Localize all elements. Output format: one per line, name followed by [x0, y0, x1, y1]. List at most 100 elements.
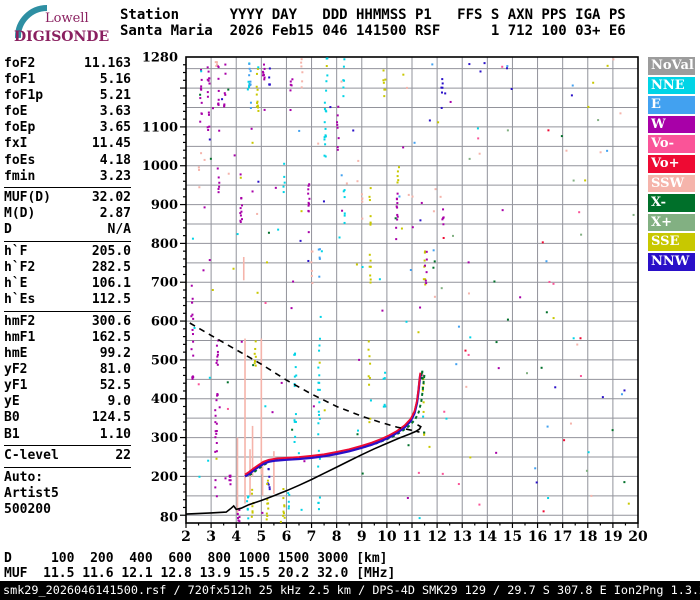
echo-dot: [246, 508, 249, 511]
echo-dot: [251, 505, 254, 508]
echo-dot: [256, 212, 259, 215]
echo-dot: [236, 516, 239, 519]
echo-dot: [534, 467, 537, 470]
echo-dot: [340, 174, 343, 177]
echo-dot: [433, 295, 436, 298]
echo-dot: [318, 457, 321, 460]
echo-dot: [216, 355, 219, 358]
echo-dot: [218, 406, 221, 409]
echo-dot: [215, 361, 218, 364]
echo-dot: [355, 263, 358, 266]
legend-item-vo+: Vo+: [648, 154, 695, 173]
echo-dot: [326, 57, 329, 60]
echo-dot: [525, 372, 528, 375]
echo-dot: [369, 215, 372, 218]
echo-dot: [202, 269, 205, 272]
y-axis-label: 400: [151, 392, 178, 407]
echo-dot: [251, 488, 254, 491]
echo-dot: [422, 401, 425, 404]
echo-dot: [445, 417, 448, 420]
echo-dot: [358, 358, 361, 361]
echo-dot: [265, 261, 268, 264]
spread-echo-streak: [273, 451, 275, 494]
echo-dot: [318, 337, 321, 340]
echo-dot: [239, 219, 242, 222]
echo-dot: [545, 260, 548, 263]
echo-dot: [396, 213, 399, 216]
echo-dot: [300, 210, 303, 213]
echo-dot: [501, 65, 504, 68]
echo-dot: [322, 200, 325, 203]
echo-dot: [287, 492, 290, 495]
echo-dot: [192, 317, 195, 320]
echo-dot: [190, 284, 193, 287]
echo-dot: [326, 74, 329, 77]
echo-dot: [336, 114, 339, 117]
echo-dot: [215, 64, 218, 67]
echo-dot: [323, 138, 326, 141]
echo-dot: [493, 280, 496, 283]
echo-dot: [343, 221, 346, 224]
echo-dot: [239, 214, 242, 217]
echo-dot: [289, 89, 292, 92]
echo-dot: [382, 69, 385, 72]
echo-dot: [442, 223, 445, 226]
echo-dot: [215, 61, 218, 64]
echo-dot: [501, 209, 504, 212]
legend-item-x+: X+: [648, 213, 695, 232]
echo-dot: [217, 102, 220, 105]
echo-dot: [206, 91, 209, 94]
echo-dot: [323, 409, 326, 412]
echo-dot: [542, 510, 545, 513]
echo-dot: [318, 381, 321, 384]
echo-dot: [468, 157, 471, 160]
echo-dot: [198, 475, 201, 478]
echo-dot: [218, 181, 221, 184]
echo-dot: [343, 58, 346, 61]
echo-dot: [247, 80, 250, 83]
echo-dot: [203, 158, 206, 161]
echo-dot: [294, 413, 297, 416]
echo-dot: [191, 301, 194, 304]
echo-dot: [467, 292, 470, 295]
echo-dot: [283, 162, 286, 165]
echo-dot: [552, 282, 555, 285]
echo-dot: [229, 483, 232, 486]
echo-dot: [405, 320, 408, 323]
echo-dot: [248, 74, 251, 77]
x-axis-label: 19: [603, 529, 622, 545]
echo-dot: [431, 63, 434, 66]
echo-dot: [547, 497, 550, 500]
echo-dot: [224, 63, 227, 66]
echo-dot: [217, 98, 220, 101]
echo-dot: [224, 72, 227, 75]
echo-dot: [422, 415, 425, 418]
echo-dot: [208, 138, 211, 141]
echo-dot: [506, 65, 509, 68]
echo-dot: [425, 258, 428, 261]
echo-dot: [193, 326, 196, 329]
echo-dot: [396, 175, 399, 178]
echo-dot: [570, 94, 573, 97]
echo-dot: [467, 261, 470, 264]
echo-dot: [428, 445, 431, 448]
echo-dot: [271, 411, 274, 414]
echo-dot: [469, 336, 472, 339]
echo-dot: [329, 106, 332, 109]
echo-dot: [256, 291, 259, 294]
echo-dot: [449, 100, 452, 103]
echo-dot: [263, 76, 266, 79]
echo-dot: [264, 405, 267, 408]
echo-dot: [317, 508, 320, 511]
echo-dot: [266, 482, 269, 485]
x-axis-label: 6: [282, 529, 292, 545]
echo-dot: [192, 354, 195, 357]
echo-dot: [382, 81, 385, 84]
legend-item-w: W: [648, 115, 695, 134]
echo-dot: [548, 280, 551, 283]
echo-dot: [441, 78, 444, 81]
echo-dot: [572, 179, 575, 182]
echo-dot: [336, 126, 339, 129]
echo-dot: [237, 519, 240, 522]
digisonde-ionogram-screen: Lowell DIGISONDE Station YYYY DAY DDD HH…: [0, 0, 700, 600]
